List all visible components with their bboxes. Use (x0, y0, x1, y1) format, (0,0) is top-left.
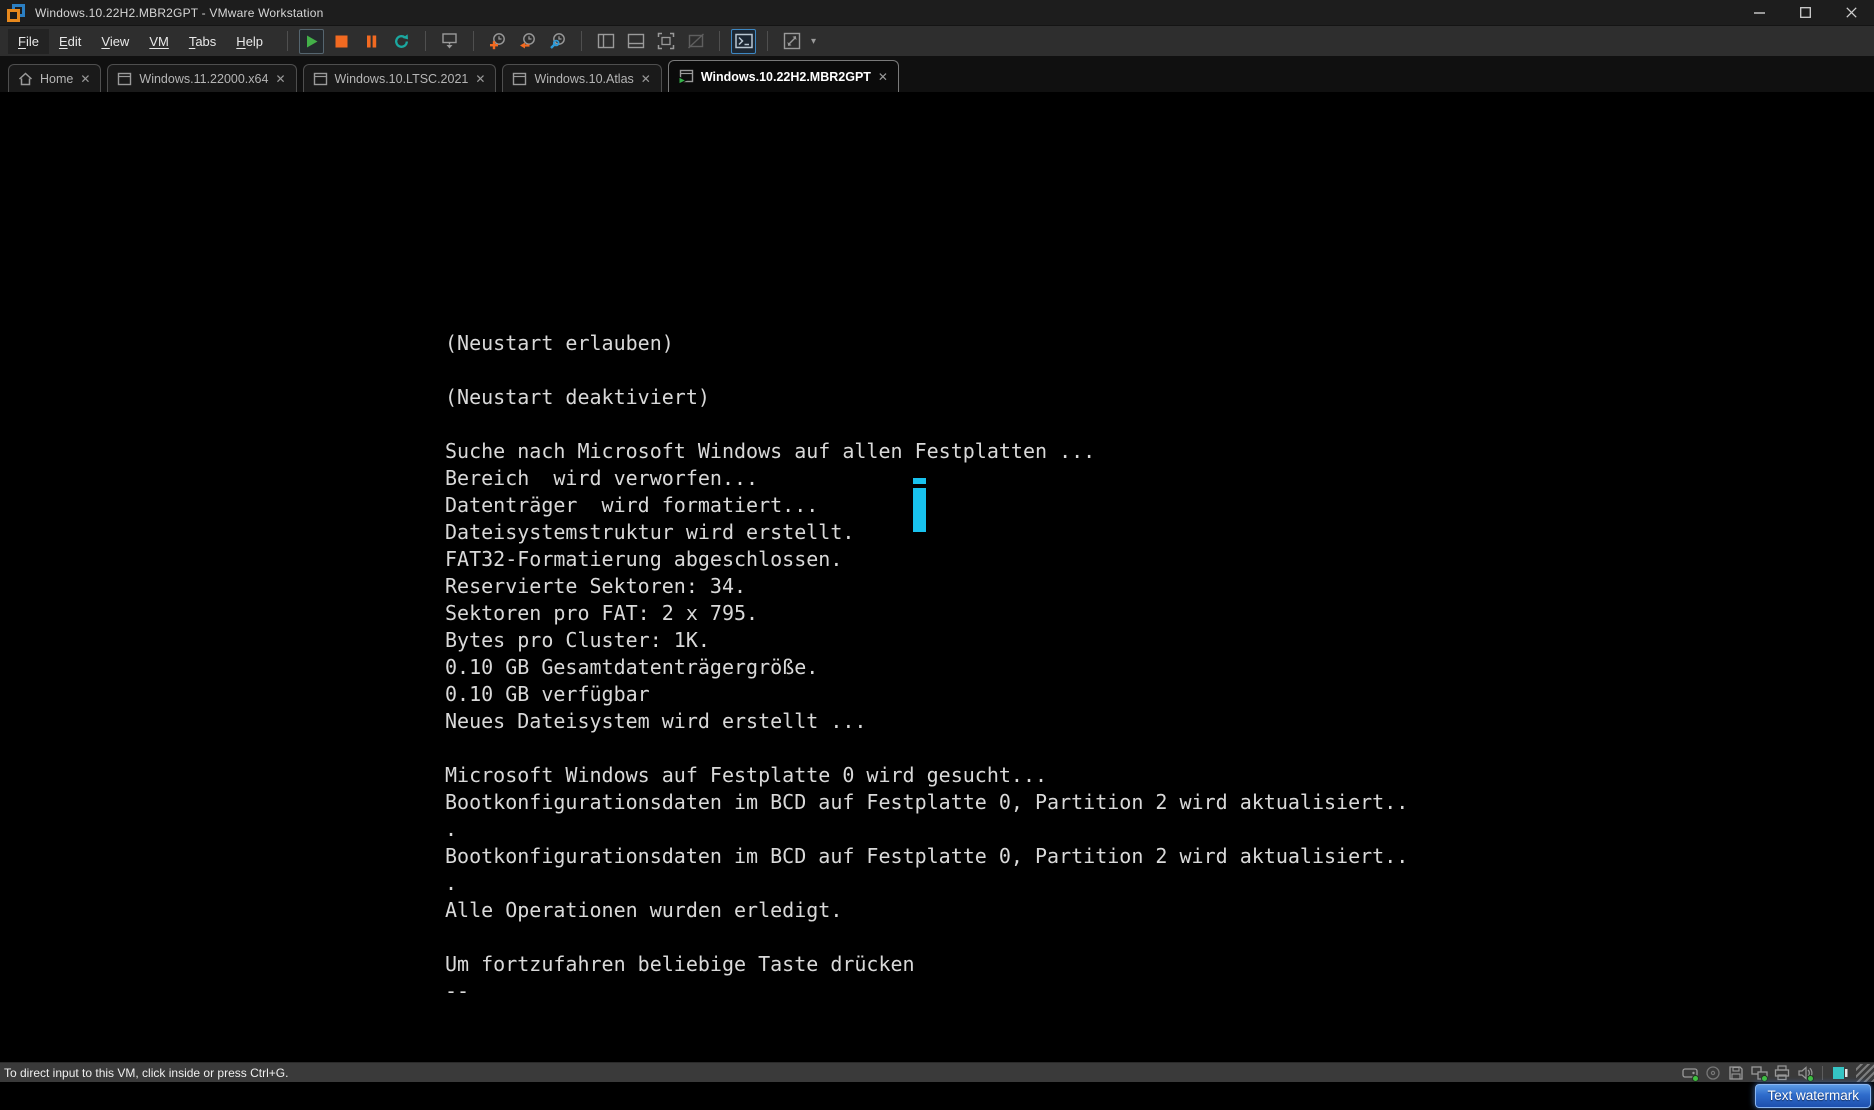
home-icon (18, 71, 33, 85)
toolbar-separator (287, 31, 289, 51)
vm-icon (513, 72, 527, 85)
bottom-strip: Text watermark (0, 1082, 1874, 1110)
menu-vm[interactable]: VM (139, 29, 179, 54)
maximize-icon (1799, 7, 1811, 18)
vm-console[interactable]: (Neustart erlauben) (Neustart deaktivier… (0, 92, 1874, 1062)
console-cursor (913, 478, 926, 484)
floppy-icon (1729, 1065, 1743, 1080)
tab-label: Windows.10.22H2.MBR2GPT (700, 69, 871, 84)
close-tab-icon[interactable]: ✕ (641, 73, 651, 85)
autosize-icon (783, 32, 800, 50)
send-ctrl-alt-del-icon (441, 33, 457, 49)
autosize-button[interactable] (779, 29, 804, 54)
show-thumbnail-bar-button[interactable] (623, 29, 648, 54)
status-bar: To direct input to this VM, click inside… (0, 1062, 1874, 1082)
show-library-button[interactable] (593, 29, 618, 54)
console-view-button[interactable] (731, 28, 757, 54)
reset-button[interactable] (389, 29, 414, 54)
console-output: (Neustart erlauben) (Neustart deaktivier… (445, 331, 1409, 1003)
tab-windows-10-ltsc-2021[interactable]: Windows.10.LTSC.2021 ✕ (302, 64, 497, 92)
hard-disk-device[interactable] (1681, 1064, 1699, 1082)
full-screen-button[interactable] (653, 29, 678, 54)
minimize-button[interactable] (1736, 0, 1782, 25)
status-indicator[interactable] (1831, 1064, 1849, 1082)
menu-bar: File Edit View VM Tabs Help ▾ (0, 26, 1874, 56)
library-panel-icon (597, 33, 614, 49)
tab-label: Windows.10.LTSC.2021 (334, 71, 469, 86)
snapshot-add-icon (489, 33, 505, 50)
sound-device[interactable] (1796, 1064, 1814, 1082)
input-hint: To direct input to this VM, click inside… (4, 1065, 289, 1080)
floppy-device[interactable] (1727, 1064, 1745, 1082)
snapshot-revert-icon (519, 33, 535, 49)
tab-windows-10-22h2-mbr2gpt[interactable]: Windows.10.22H2.MBR2GPT ✕ (667, 60, 899, 92)
statusbar-separator (1822, 1065, 1823, 1080)
network-adapter-device[interactable] (1750, 1064, 1768, 1082)
tab-label: Windows.11.22000.x64 (139, 71, 269, 86)
tab-home[interactable]: Home ✕ (8, 64, 102, 92)
vm-icon (118, 72, 132, 85)
printer-icon (1774, 1064, 1790, 1080)
minimize-icon (1753, 12, 1765, 14)
fullscreen-icon (657, 32, 674, 50)
tab-bar: Home ✕ Windows.11.22000.x64 ✕ Windows.10… (0, 56, 1874, 92)
close-button[interactable] (1828, 0, 1874, 25)
pause-icon (367, 35, 377, 47)
title-bar: Windows.10.22H2.MBR2GPT - VMware Worksta… (0, 0, 1874, 26)
maximize-button[interactable] (1782, 0, 1828, 25)
toolbar-separator (425, 31, 427, 51)
text-watermark-badge: Text watermark (1755, 1084, 1871, 1108)
snapshot-manager-button[interactable] (545, 29, 570, 54)
window-title: Windows.10.22H2.MBR2GPT - VMware Worksta… (35, 5, 324, 20)
close-icon (1845, 7, 1857, 18)
thumbnail-bar-icon (627, 33, 644, 49)
menu-help[interactable]: Help (226, 29, 273, 54)
refresh-icon (395, 33, 409, 48)
power-on-button[interactable] (299, 28, 325, 54)
cd-dvd-icon (1706, 1065, 1720, 1080)
toolbar: ▾ (281, 26, 816, 56)
tab-label: Windows.10.Atlas (534, 71, 634, 86)
resize-grip[interactable] (1856, 1063, 1874, 1082)
take-snapshot-button[interactable] (485, 29, 510, 54)
unity-disabled-icon (687, 33, 704, 49)
vmware-logo-icon (7, 3, 25, 22)
tab-label: Home (40, 71, 74, 86)
connected-indicator (1761, 1074, 1768, 1082)
menu-file[interactable]: File (8, 28, 49, 54)
revert-snapshot-button[interactable] (515, 29, 540, 54)
connected-indicator (1692, 1074, 1699, 1082)
power-off-button[interactable] (329, 29, 354, 54)
status-indicator-icon (1832, 1066, 1847, 1079)
unity-button-disabled[interactable] (683, 29, 708, 54)
tab-windows-10-atlas[interactable]: Windows.10.Atlas ✕ (502, 64, 662, 92)
close-tab-icon[interactable]: ✕ (878, 71, 888, 83)
send-ctrl-alt-del-button[interactable] (437, 29, 462, 54)
menu-view[interactable]: View (91, 29, 139, 54)
toolbar-separator (719, 31, 721, 51)
menu-edit[interactable]: Edit (49, 29, 91, 54)
tab-windows-11-22000-x64[interactable]: Windows.11.22000.x64 ✕ (107, 64, 297, 92)
vm-icon (313, 72, 327, 85)
printer-device[interactable] (1773, 1064, 1791, 1082)
snapshot-manager-icon (549, 33, 565, 49)
vm-running-icon (678, 69, 694, 84)
close-tab-icon[interactable]: ✕ (275, 73, 285, 85)
console-view-icon (734, 33, 753, 49)
vmware-workstation-window: Windows.10.22H2.MBR2GPT - VMware Worksta… (0, 0, 1874, 1110)
menu-tabs[interactable]: Tabs (179, 29, 226, 54)
toolbar-separator (473, 31, 475, 51)
connected-indicator (1807, 1074, 1814, 1082)
close-tab-icon[interactable]: ✕ (475, 73, 485, 85)
console-cursor (913, 488, 926, 532)
toolbar-separator (581, 31, 583, 51)
cd-dvd-device[interactable] (1704, 1064, 1722, 1082)
suspend-button[interactable] (359, 29, 384, 54)
stop-icon (335, 35, 348, 47)
close-tab-icon[interactable]: ✕ (80, 73, 90, 85)
autosize-dropdown-icon[interactable]: ▾ (811, 36, 816, 47)
toolbar-separator (767, 31, 769, 51)
play-icon (307, 35, 318, 47)
device-status-icons (1681, 1063, 1874, 1082)
